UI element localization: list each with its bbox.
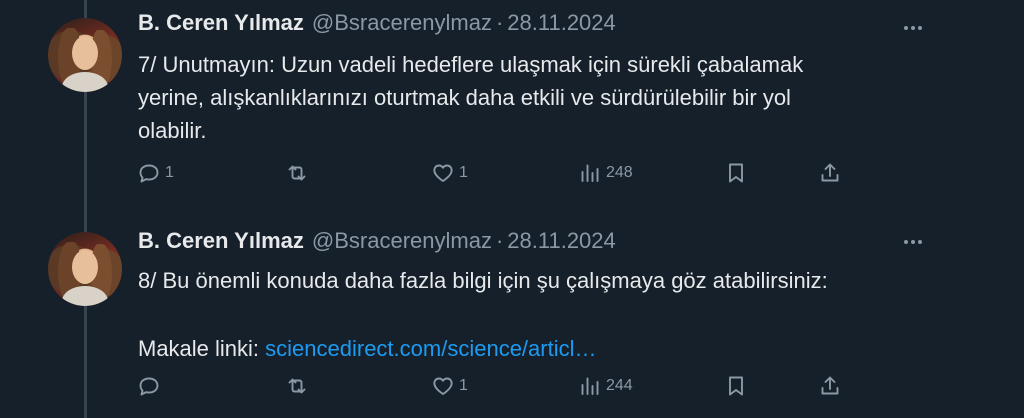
thread: B. Ceren Yılmaz @Bsracerenylmaz · 28.11.… xyxy=(0,0,1024,418)
tweet[interactable]: B. Ceren Yılmaz @Bsracerenylmaz · 28.11.… xyxy=(0,214,1024,418)
heart-icon xyxy=(433,377,453,395)
like-button[interactable]: 1 xyxy=(431,158,468,188)
view-count: 244 xyxy=(606,377,633,394)
avatar[interactable] xyxy=(48,18,122,92)
tweet-text-line: 8/ Bu önemli konuda daha fazla bilgi içi… xyxy=(138,268,828,293)
tweet-text-line: yerine, alışkanlıklarınızı oturtmak daha… xyxy=(138,85,791,110)
like-button[interactable]: 1 xyxy=(431,371,468,401)
reply-icon xyxy=(139,164,159,183)
article-link[interactable]: sciencedirect.com/science/articl… xyxy=(265,336,596,361)
tweet-text: 7/ Unutmayın: Uzun vadeli hedeflere ulaş… xyxy=(138,48,918,147)
views-icon xyxy=(581,164,599,182)
tweet-header: B. Ceren Yılmaz @Bsracerenylmaz · 28.11.… xyxy=(138,8,616,38)
tweet-link-line: Makale linki: sciencedirect.com/science/… xyxy=(138,332,918,365)
separator-dot: · xyxy=(495,10,504,35)
bookmark-icon xyxy=(729,163,743,183)
retweet-icon xyxy=(288,165,306,181)
tweet-text-spacer xyxy=(138,297,918,330)
share-button[interactable] xyxy=(818,158,842,188)
author-handle[interactable]: @Bsracerenylmaz xyxy=(312,228,492,254)
views-icon xyxy=(581,377,599,395)
heart-icon xyxy=(433,164,453,182)
bookmark-button[interactable] xyxy=(724,158,748,188)
retweet-icon xyxy=(288,378,306,394)
more-icon[interactable] xyxy=(900,229,926,255)
reply-count: 1 xyxy=(165,164,174,181)
reply-icon xyxy=(139,377,159,396)
share-button[interactable] xyxy=(818,371,842,401)
tweet-date[interactable]: 28.11.2024 xyxy=(507,228,615,254)
tweet-text: 8/ Bu önemli konuda daha fazla bilgi içi… xyxy=(138,264,918,365)
tweet-date[interactable]: 28.11.2024 xyxy=(507,10,615,36)
separator-dot: · xyxy=(495,228,504,253)
views-button[interactable]: 248 xyxy=(578,158,633,188)
tweet-text-line: 7/ Unutmayın: Uzun vadeli hedeflere ulaş… xyxy=(138,52,804,77)
author-handle[interactable]: @Bsracerenylmaz xyxy=(312,10,492,36)
reply-button[interactable] xyxy=(137,371,165,401)
share-icon xyxy=(821,376,839,395)
bookmark-icon xyxy=(729,376,743,396)
reply-button[interactable]: 1 xyxy=(137,158,174,188)
retweet-button[interactable] xyxy=(285,158,313,188)
view-count: 248 xyxy=(606,164,633,181)
views-button[interactable]: 244 xyxy=(578,371,633,401)
author-name[interactable]: B. Ceren Yılmaz xyxy=(138,10,304,36)
tweet[interactable]: B. Ceren Yılmaz @Bsracerenylmaz · 28.11.… xyxy=(0,0,1024,205)
like-count: 1 xyxy=(459,377,468,394)
more-icon[interactable] xyxy=(900,15,926,41)
author-name[interactable]: B. Ceren Yılmaz xyxy=(138,228,304,254)
avatar[interactable] xyxy=(48,232,122,306)
link-prefix: Makale linki: xyxy=(138,336,266,361)
bookmark-button[interactable] xyxy=(724,371,748,401)
tweet-text-line: olabilir. xyxy=(138,118,207,143)
tweet-header: B. Ceren Yılmaz @Bsracerenylmaz · 28.11.… xyxy=(138,226,616,256)
share-icon xyxy=(821,163,839,182)
retweet-button[interactable] xyxy=(285,371,313,401)
like-count: 1 xyxy=(459,164,468,181)
action-bar: 1 244 xyxy=(0,371,1024,401)
action-bar: 1 1 248 xyxy=(0,158,1024,188)
